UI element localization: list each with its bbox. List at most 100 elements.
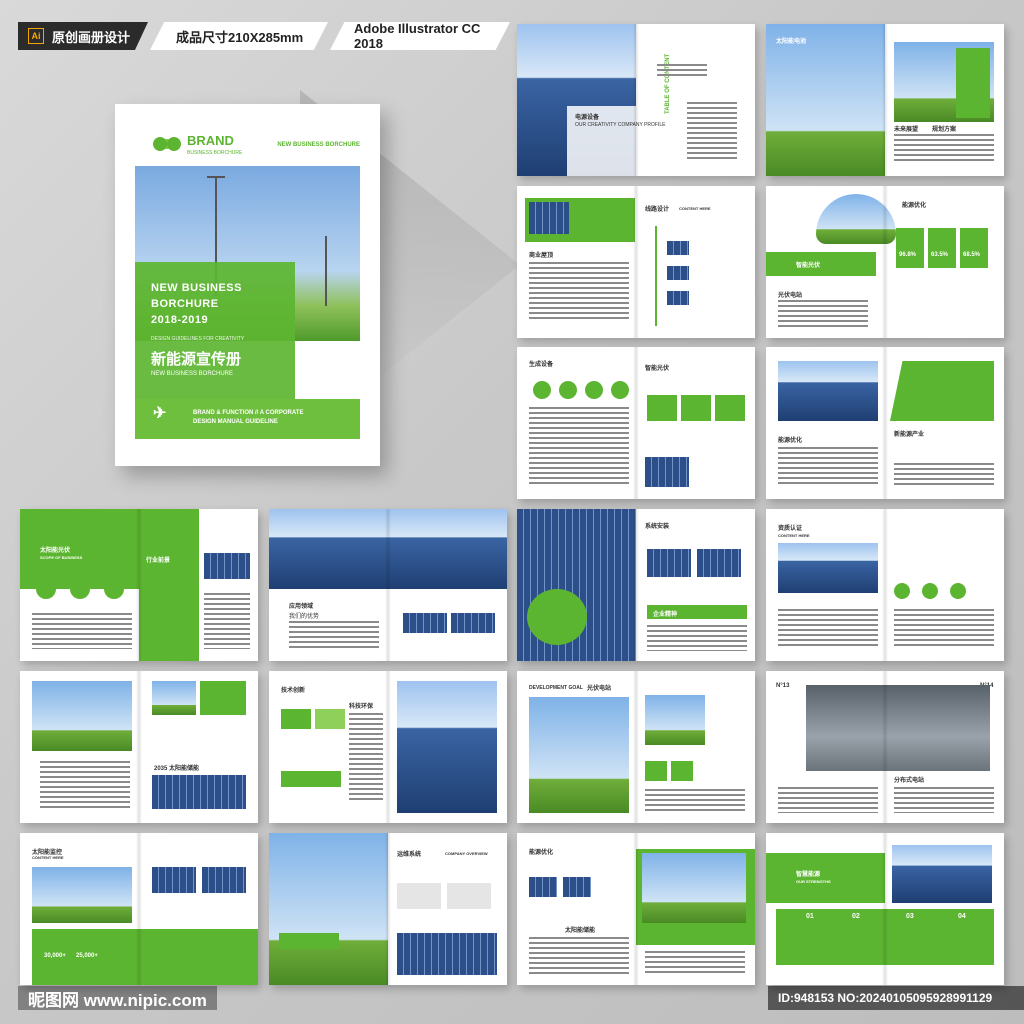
text-lines bbox=[894, 134, 994, 164]
spread-photo bbox=[645, 457, 689, 487]
spread-b: 光伏电站 bbox=[778, 293, 803, 299]
size-text: 成品尺寸210X285mm bbox=[176, 29, 304, 45]
spread-a: 智能光伏 bbox=[796, 263, 821, 269]
thumb bbox=[451, 613, 495, 633]
tower-icon-2 bbox=[325, 236, 327, 306]
spread-label: 线路设计 bbox=[645, 207, 670, 213]
text-lines bbox=[778, 300, 868, 330]
spread-label: 电源设备 bbox=[575, 115, 600, 121]
circle-icon bbox=[585, 381, 603, 399]
spread-label: 生成设备 bbox=[529, 362, 554, 368]
spread-b: CONTENT HERE bbox=[679, 206, 711, 211]
spread-photo-2 bbox=[645, 695, 705, 745]
spread-a: 光伏电站 bbox=[587, 686, 612, 692]
text-lines bbox=[657, 64, 707, 78]
text-lines bbox=[645, 789, 745, 813]
brand-name: BRAND bbox=[187, 133, 234, 148]
green-card bbox=[281, 709, 311, 729]
thumb bbox=[697, 549, 741, 577]
spread-a: 太阳能储能 bbox=[565, 928, 596, 934]
text-lines bbox=[529, 262, 629, 322]
cover-title-en: NEW BUSINESS BORCHURE bbox=[151, 371, 234, 377]
thumb bbox=[667, 291, 689, 305]
spread-17: 能源优化 太阳能储能 bbox=[517, 833, 755, 985]
green-card bbox=[956, 48, 990, 118]
text-lines bbox=[529, 937, 629, 975]
cover-green-panel: NEW BUSINESS BORCHURE 2018-2019 DESIGN G… bbox=[135, 262, 295, 422]
cover-title-1: NEW BUSINESS bbox=[151, 282, 242, 294]
spread-18: 智慧能源 OUR STRENGTHS 01 02 03 04 bbox=[766, 833, 1004, 985]
thumb bbox=[667, 241, 689, 255]
circle-icon bbox=[922, 583, 938, 599]
spread-9: 系统安装 企业精神 bbox=[517, 509, 755, 661]
wind-turbine-photo bbox=[269, 833, 388, 985]
tower-arm bbox=[207, 176, 225, 178]
text-lines bbox=[778, 447, 878, 487]
paper-plane-icon: ✈ bbox=[153, 405, 167, 422]
spread-label: 资质认证 bbox=[778, 526, 803, 532]
software-tag: Adobe Illustrator CC 2018 bbox=[330, 22, 510, 50]
toc-lines bbox=[687, 102, 737, 162]
spread-13: DEVELOPMENT GOAL 光伏电站 bbox=[517, 671, 755, 823]
spread-label: 应用领域 bbox=[289, 604, 314, 610]
spread-photo bbox=[892, 845, 992, 903]
text-lines bbox=[32, 613, 132, 649]
circle-icon bbox=[894, 583, 910, 599]
spread-label: 系统安装 bbox=[645, 524, 670, 530]
timeline bbox=[655, 226, 657, 326]
spread-photo-2 bbox=[397, 933, 497, 975]
green-circle bbox=[527, 589, 587, 645]
green-side bbox=[139, 509, 199, 661]
toc-label: TABLE OF CONTENT bbox=[665, 53, 671, 114]
green-card bbox=[315, 709, 345, 729]
spread-a: 新能源产业 bbox=[894, 432, 925, 438]
green-card bbox=[200, 681, 246, 715]
spread-label: 分布式电站 bbox=[894, 778, 925, 784]
green-band bbox=[20, 509, 139, 589]
spread-a: 企业精神 bbox=[653, 612, 678, 618]
thumb bbox=[202, 867, 246, 893]
software-text: Adobe Illustrator CC 2018 bbox=[354, 21, 481, 51]
page-num-left: N°13 bbox=[776, 683, 790, 689]
spread-label: 能源优化 bbox=[529, 850, 554, 856]
text-lines bbox=[894, 463, 994, 487]
spread-label: 技术创新 bbox=[281, 688, 306, 694]
step-3: 03 bbox=[906, 913, 914, 920]
stat-2: 63.5% bbox=[931, 252, 949, 258]
circle-icon bbox=[559, 381, 577, 399]
spread-11: 2035 太阳能储能 bbox=[20, 671, 258, 823]
stat-card bbox=[928, 228, 956, 268]
spread-12: 技术创新 科技环保 bbox=[269, 671, 507, 823]
spread-label: 能源优化 bbox=[778, 438, 803, 444]
spread-2: 太阳能电池 未来展望 规划方案 bbox=[766, 24, 1004, 176]
logo-icon bbox=[153, 136, 181, 152]
circle-icon bbox=[533, 381, 551, 399]
green-band bbox=[279, 933, 339, 949]
charging-station-photo bbox=[806, 685, 990, 771]
spread-7: 太阳能光伏 SCOPE OF BUSINESS 行业前景 bbox=[20, 509, 258, 661]
text-lines bbox=[349, 713, 383, 803]
spread-photo bbox=[778, 543, 878, 593]
circle-photo bbox=[70, 579, 90, 599]
spread-label: DEVELOPMENT GOAL bbox=[529, 685, 583, 691]
spread-photo bbox=[397, 681, 497, 813]
text-lines bbox=[40, 761, 130, 811]
watermark: 昵图网 www.nipic.com bbox=[18, 986, 217, 1010]
stat-card bbox=[645, 761, 667, 781]
thumb bbox=[647, 549, 691, 577]
step-1: 01 bbox=[806, 913, 814, 920]
step-4: 04 bbox=[958, 913, 966, 920]
spread-a: COMPANY OVERVIEW bbox=[445, 851, 488, 856]
spread-14: N°13 N°14 分布式电站 bbox=[766, 671, 1004, 823]
size-tag: 成品尺寸210X285mm bbox=[150, 22, 328, 50]
thumb bbox=[403, 613, 447, 633]
spread-b: 规划方案 bbox=[932, 127, 957, 133]
spread-label: 能源优化 bbox=[902, 203, 927, 209]
floating-island bbox=[816, 194, 896, 244]
text-lines bbox=[894, 609, 994, 649]
spread-label: 智慧能源 bbox=[796, 872, 821, 878]
stat-1: 96.8% bbox=[899, 252, 917, 258]
title-tag: Ai 原创画册设计 bbox=[18, 22, 148, 50]
icon-card bbox=[647, 395, 677, 421]
spread-photo bbox=[529, 202, 569, 234]
